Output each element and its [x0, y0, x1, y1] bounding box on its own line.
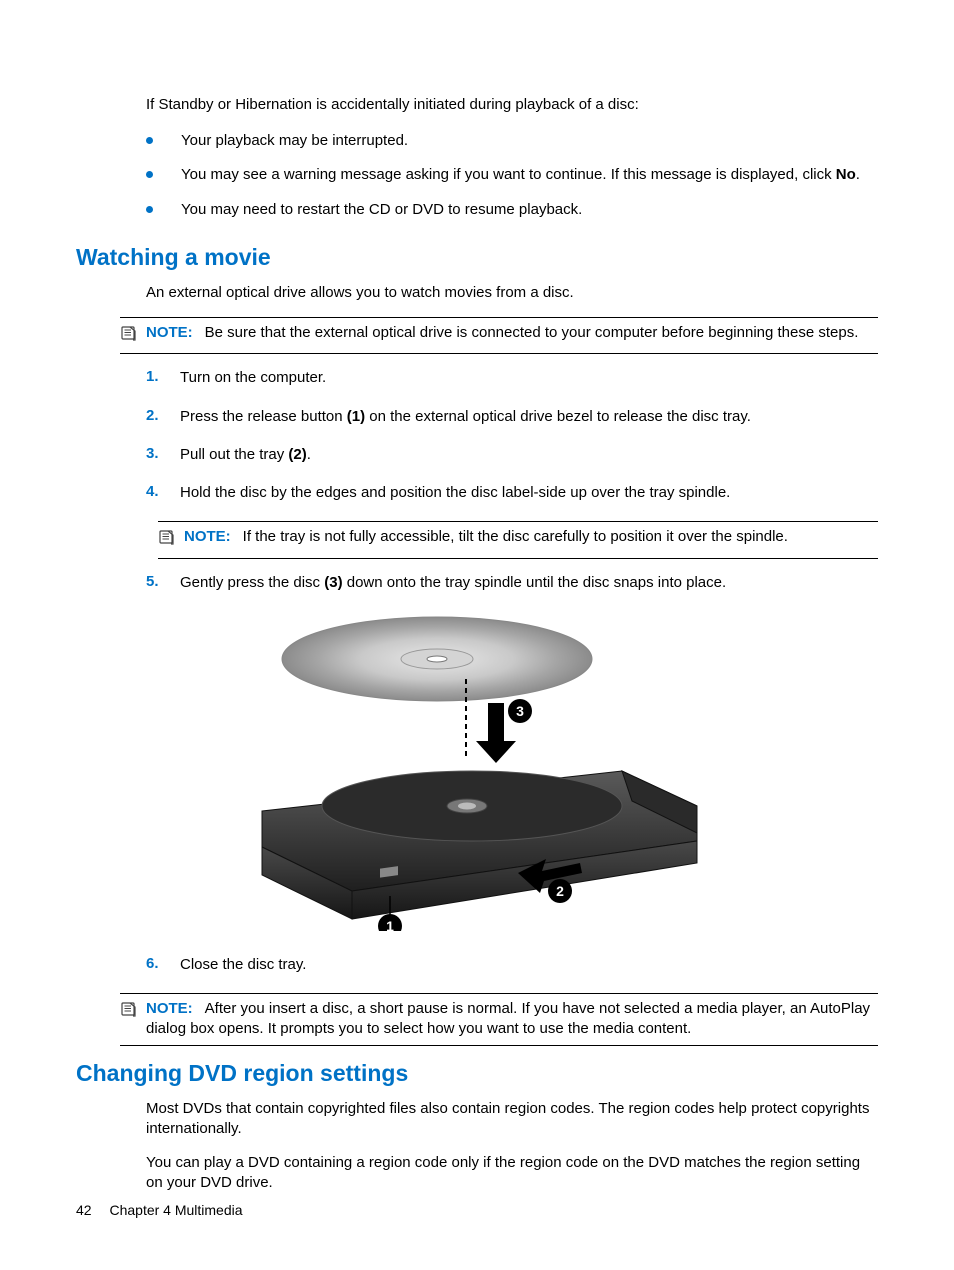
step-text: Press the release button (1) on the exte… — [180, 407, 878, 427]
step-item: 1. Turn on the computer. — [146, 368, 878, 388]
note-block: NOTE:After you insert a disc, a short pa… — [120, 993, 878, 1046]
step-item: 4. Hold the disc by the edges and positi… — [146, 483, 878, 503]
disc-drive-illustration: 3 2 1 — [76, 611, 878, 931]
bold-text: (3) — [324, 574, 342, 591]
note-icon — [120, 1000, 138, 1024]
svg-text:3: 3 — [516, 703, 524, 719]
chapter-label: Chapter 4 Multimedia — [109, 1202, 242, 1218]
step-text-part: Press the release button — [180, 408, 347, 425]
list-item: You may need to restart the CD or DVD to… — [146, 200, 878, 220]
step-text: Close the disc tray. — [180, 955, 878, 975]
step-text-part: down onto the tray spindle until the dis… — [343, 574, 727, 591]
intro-bullet-list: Your playback may be interrupted. You ma… — [76, 131, 878, 220]
note-label: NOTE: — [146, 1000, 193, 1017]
note-label: NOTE: — [184, 528, 231, 545]
note-text-body: Be sure that the external optical drive … — [205, 324, 859, 341]
document-page: If Standby or Hibernation is accidentall… — [0, 0, 954, 1270]
bullet-icon — [146, 137, 153, 144]
note-text-body: After you insert a disc, a short pause i… — [146, 1000, 870, 1037]
step-number: 3. — [146, 445, 180, 462]
section-heading-watching-movie: Watching a movie — [76, 244, 878, 271]
step-text: Hold the disc by the edges and position … — [180, 483, 878, 503]
step-text-part: Gently press the disc — [180, 574, 324, 591]
note-icon — [158, 528, 176, 552]
list-item: You may see a warning message asking if … — [146, 165, 878, 185]
page-footer: 42 Chapter 4 Multimedia — [76, 1202, 243, 1218]
step-item: 3. Pull out the tray (2). — [146, 445, 878, 465]
svg-text:2: 2 — [556, 883, 564, 899]
bold-text: (2) — [288, 446, 306, 463]
step-number: 6. — [146, 955, 180, 972]
bullet-icon — [146, 206, 153, 213]
step-number: 5. — [146, 573, 180, 590]
section-heading-dvd-region: Changing DVD region settings — [76, 1060, 878, 1087]
step-text: Turn on the computer. — [180, 368, 878, 388]
section-paragraph: You can play a DVD containing a region c… — [146, 1153, 878, 1194]
note-content: NOTE: Be sure that the external optical d… — [146, 323, 878, 343]
note-icon — [120, 324, 138, 348]
section-paragraph: Most DVDs that contain copyrighted files… — [146, 1099, 878, 1140]
note-label: NOTE: — [146, 324, 193, 341]
step-number: 2. — [146, 407, 180, 424]
steps-list-cont2: 6. Close the disc tray. — [76, 955, 878, 975]
intro-paragraph: If Standby or Hibernation is accidentall… — [146, 96, 878, 113]
bullet-text: You may see a warning message asking if … — [181, 165, 878, 185]
note-content: NOTE:After you insert a disc, a short pa… — [146, 999, 878, 1040]
step-text-part: on the external optical drive bezel to r… — [365, 408, 751, 425]
bold-text: (1) — [347, 408, 365, 425]
note-block: NOTE: Be sure that the external optical d… — [120, 317, 878, 354]
bold-text: No — [836, 166, 856, 183]
note-text-body: If the tray is not fully accessible, til… — [243, 528, 788, 545]
page-number: 42 — [76, 1202, 92, 1218]
section-paragraph: An external optical drive allows you to … — [146, 283, 878, 303]
steps-list: 1. Turn on the computer. 2. Press the re… — [76, 368, 878, 503]
step-text: Pull out the tray (2). — [180, 445, 878, 465]
step-number: 1. — [146, 368, 180, 385]
bullet-text: Your playback may be interrupted. — [181, 131, 878, 151]
bullet-text-part: . — [856, 166, 860, 183]
step-text: Gently press the disc (3) down onto the … — [180, 573, 878, 593]
bullet-text-part: You may see a warning message asking if … — [181, 166, 836, 183]
step-item: 2. Press the release button (1) on the e… — [146, 407, 878, 427]
bullet-icon — [146, 171, 153, 178]
step-text-part: . — [307, 446, 311, 463]
bullet-text: You may need to restart the CD or DVD to… — [181, 200, 878, 220]
note-block: NOTE: If the tray is not fully accessible… — [158, 521, 878, 558]
svg-text:1: 1 — [386, 918, 394, 931]
step-number: 4. — [146, 483, 180, 500]
note-content: NOTE: If the tray is not fully accessible… — [184, 527, 878, 547]
step-item: 5. Gently press the disc (3) down onto t… — [146, 573, 878, 593]
step-item: 6. Close the disc tray. — [146, 955, 878, 975]
step-text-part: Pull out the tray — [180, 446, 288, 463]
steps-list-cont: 5. Gently press the disc (3) down onto t… — [76, 573, 878, 593]
list-item: Your playback may be interrupted. — [146, 131, 878, 151]
